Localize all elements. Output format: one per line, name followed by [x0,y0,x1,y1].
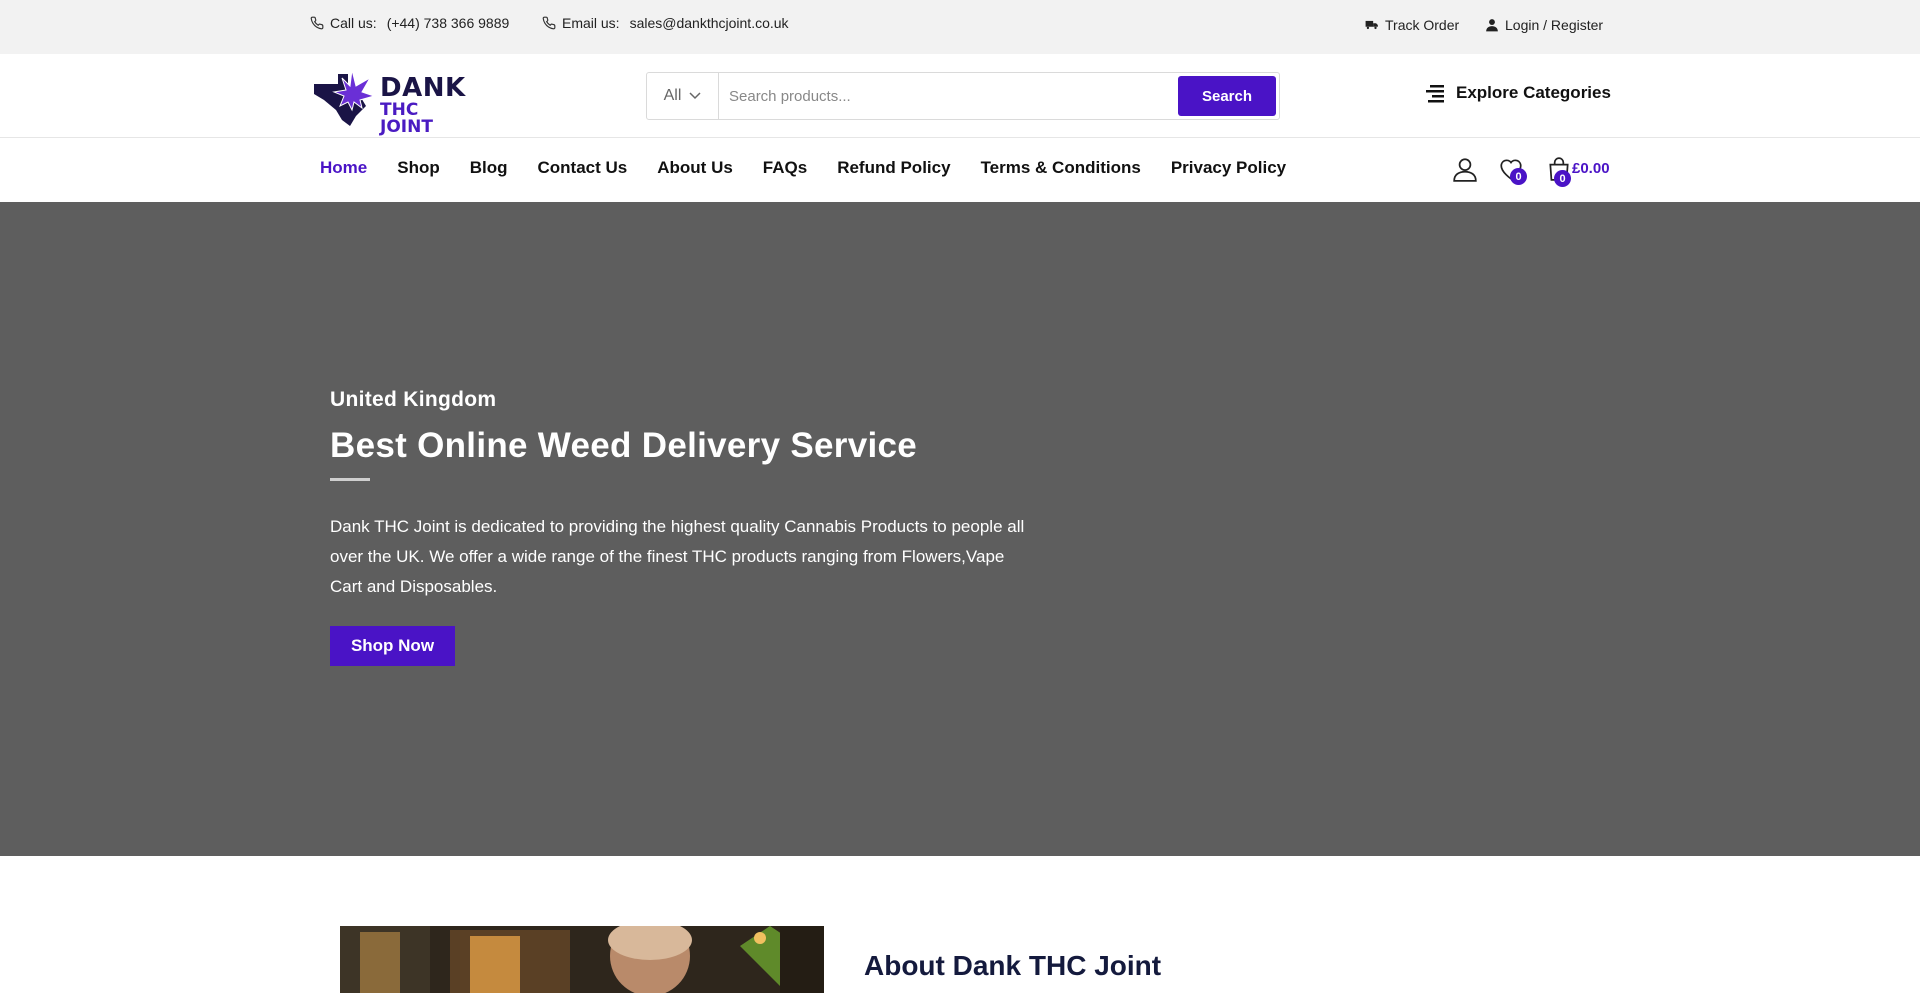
call-info: Call us: (+44) 738 366 9889 [310,15,509,31]
menu-lines-icon [1426,85,1444,103]
hero-title: Best Online Weed Delivery Service [330,426,918,465]
nav-link-contact-us[interactable]: Contact Us [538,158,628,178]
chevron-down-icon [689,92,701,100]
logo-line2: THC JOINT [380,100,433,137]
about-photo-image [340,926,824,993]
nav-link-shop[interactable]: Shop [397,158,440,178]
main-nav: Home Shop Blog Contact Us About Us FAQs Refund… [0,138,1920,202]
account-icon[interactable] [1452,156,1478,182]
email-label: Email us: [562,15,620,31]
hero-title-underline [330,478,370,481]
nav-link-refund-policy[interactable]: Refund Policy [837,158,950,178]
explore-categories-label: Explore Categories [1456,83,1611,102]
cannabis-leaf-logo-icon [314,69,376,126]
nav-link-blog[interactable]: Blog [470,158,508,178]
user-icon [1486,19,1498,32]
hero-subtitle: United Kingdom [330,388,497,411]
about-image [340,926,824,993]
wishlist-count-badge: 0 [1510,168,1527,185]
nav-link-privacy-policy[interactable]: Privacy Policy [1171,158,1286,178]
search-category-select[interactable]: All [647,73,719,119]
phone-icon [310,16,324,30]
truck-icon [1365,20,1378,30]
login-register-link[interactable]: Login / Register [1485,17,1603,33]
site-header: DANK THC JOINT All Search Explore Catego… [0,54,1920,138]
nav-icons: 0 0 £0.00 [1452,156,1622,187]
phone-icon [542,16,556,30]
login-register-label: Login / Register [1505,17,1604,33]
search-input[interactable] [729,81,1169,111]
explore-categories-button[interactable]: Explore Categories [1426,83,1611,103]
nav-link-terms-conditions[interactable]: Terms & Conditions [981,158,1141,178]
top-bar: Call us: (+44) 738 366 9889 Email us: sa… [0,0,1920,54]
about-title: About Dank THC Joint [864,950,1162,981]
nav-link-home[interactable]: Home [320,158,367,178]
nav-link-faqs[interactable]: FAQs [763,158,807,178]
hero-banner: United Kingdom Best Online Weed Delivery… [0,202,1920,856]
logo-line1: DANK [380,73,466,103]
cart-button[interactable]: 0 £0.00 [1546,156,1622,187]
track-order-label: Track Order [1385,17,1460,33]
cart-count-badge: 0 [1554,170,1571,187]
email-info: Email us: sales@dankthcjoint.co.uk [542,15,789,31]
wishlist-button[interactable]: 0 [1498,156,1528,186]
cart-total: £0.00 [1572,160,1610,177]
hero-description: Dank THC Joint is dedicated to providing… [330,517,1025,596]
shop-now-button[interactable]: Shop Now [330,626,455,666]
product-search: All Search [646,72,1280,120]
email-address[interactable]: sales@dankthcjoint.co.uk [630,15,789,31]
track-order-link[interactable]: Track Order [1365,17,1459,33]
nav-link-about-us[interactable]: About Us [657,158,733,178]
search-category-value: All [663,87,682,104]
nav-links: Home Shop Blog Contact Us About Us FAQs Refund… [320,158,1286,178]
site-logo[interactable]: DANK THC JOINT [310,66,470,136]
phone-number[interactable]: (+44) 738 366 9889 [387,15,510,31]
call-label: Call us: [330,15,377,31]
search-button[interactable]: Search [1178,76,1276,116]
logo-wordmark: DANK THC JOINT [380,75,470,136]
